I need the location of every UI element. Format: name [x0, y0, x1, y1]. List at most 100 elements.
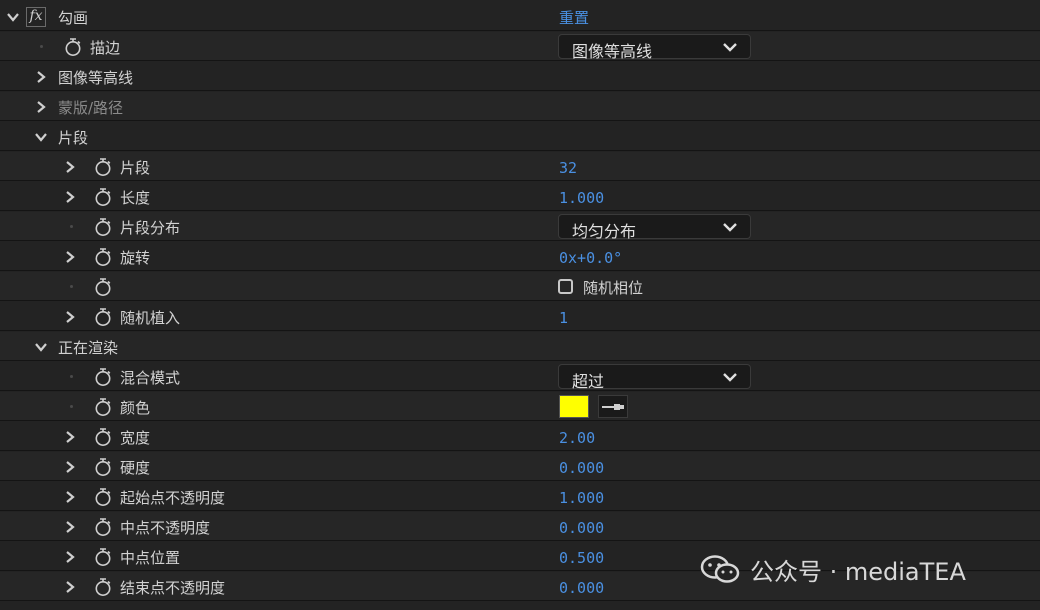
stopwatch-icon[interactable]: [94, 277, 112, 297]
property-row-random-phase: 随机相位: [0, 272, 1040, 301]
property-value[interactable]: 1: [559, 309, 568, 327]
indent-dot: [70, 405, 73, 408]
property-row-rotation: 旋转 0x+0.0°: [0, 242, 1040, 271]
stopwatch-icon[interactable]: [94, 307, 112, 327]
property-row-hardness: 硬度 0.000: [0, 452, 1040, 481]
property-value[interactable]: 0.500: [559, 549, 604, 567]
group-row-mask-path[interactable]: 蒙版/路径: [0, 92, 1040, 121]
stopwatch-icon[interactable]: [94, 217, 112, 237]
blend-mode-dropdown[interactable]: 超过: [558, 364, 751, 391]
property-label: 片段: [120, 159, 151, 177]
chevron-right-icon[interactable]: [63, 310, 77, 324]
group-label: 蒙版/路径: [58, 99, 124, 117]
stopwatch-icon[interactable]: [94, 577, 112, 597]
group-label: 片段: [58, 129, 89, 147]
property-row-start-opacity: 起始点不透明度 1.000: [0, 482, 1040, 511]
property-row-blend-mode: 混合模式 超过: [0, 362, 1040, 391]
chevron-right-icon[interactable]: [63, 550, 77, 564]
property-value[interactable]: 1.000: [559, 489, 604, 507]
chevron-right-icon[interactable]: [63, 460, 77, 474]
reset-link[interactable]: 重置: [559, 7, 589, 28]
indent-dot: [70, 285, 73, 288]
checkbox-label[interactable]: 随机相位: [583, 277, 643, 298]
chevron-right-icon[interactable]: [63, 190, 77, 204]
property-row-segments: 片段 32: [0, 152, 1040, 181]
property-value[interactable]: 0x+0.0°: [559, 249, 622, 267]
property-label: 宽度: [120, 429, 151, 447]
fx-icon[interactable]: fx: [26, 7, 46, 27]
chevron-right-icon[interactable]: [34, 70, 48, 84]
property-value[interactable]: 0.000: [559, 459, 604, 477]
chevron-down-icon[interactable]: [34, 340, 48, 354]
effect-name: 勾画: [58, 9, 89, 27]
property-label: 颜色: [120, 399, 151, 417]
stroke-dropdown[interactable]: 图像等高线: [558, 34, 751, 61]
property-value[interactable]: 0.000: [559, 519, 604, 537]
stopwatch-icon[interactable]: [94, 397, 112, 417]
chevron-down-icon: [722, 220, 738, 234]
indent-dot: [70, 375, 73, 378]
property-label: 描边: [90, 39, 121, 57]
segment-distribution-dropdown[interactable]: 均匀分布: [558, 214, 751, 241]
chevron-right-icon[interactable]: [34, 100, 48, 114]
property-row-segment-distribution: 片段分布 均匀分布: [0, 212, 1040, 241]
property-label: 片段分布: [120, 219, 181, 237]
property-row-stroke: 描边 图像等高线: [0, 32, 1040, 61]
indent-dot: [40, 45, 43, 48]
indent-dot: [70, 225, 73, 228]
stopwatch-icon[interactable]: [64, 37, 82, 57]
property-label: 中点位置: [120, 549, 181, 567]
stopwatch-icon[interactable]: [94, 187, 112, 207]
chevron-down-icon[interactable]: [34, 130, 48, 144]
stopwatch-icon[interactable]: [94, 457, 112, 477]
property-value[interactable]: 2.00: [559, 429, 595, 447]
stopwatch-icon[interactable]: [94, 517, 112, 537]
eyedropper-icon: [602, 404, 624, 410]
chevron-down-icon[interactable]: [6, 10, 20, 24]
property-row-length: 长度 1.000: [0, 182, 1040, 211]
stopwatch-icon[interactable]: [94, 427, 112, 447]
dropdown-value: 均匀分布: [572, 222, 637, 241]
group-row-segments[interactable]: 片段: [0, 122, 1040, 151]
dropdown-value: 图像等高线: [572, 42, 653, 61]
stopwatch-icon[interactable]: [94, 547, 112, 567]
property-row-mid-opacity: 中点不透明度 0.000: [0, 512, 1040, 541]
property-label: 长度: [120, 189, 151, 207]
property-label: 结束点不透明度: [120, 579, 226, 597]
property-value[interactable]: 1.000: [559, 189, 604, 207]
group-label: 正在渲染: [58, 339, 119, 357]
group-row-rendering[interactable]: 正在渲染: [0, 332, 1040, 361]
stopwatch-icon[interactable]: [94, 367, 112, 387]
stopwatch-icon[interactable]: [94, 157, 112, 177]
property-label: 硬度: [120, 459, 151, 477]
stopwatch-icon[interactable]: [94, 487, 112, 507]
chevron-down-icon: [722, 370, 738, 384]
effect-controls-panel: fx 勾画 重置 描边 图像等高线 图像等高线 蒙版/路径 片段 片段 32 长…: [0, 0, 1040, 610]
chevron-right-icon[interactable]: [63, 160, 77, 174]
property-label: 中点不透明度: [120, 519, 211, 537]
watermark-text: 公众号 · mediaTEA: [750, 558, 966, 586]
property-label: 旋转: [120, 249, 151, 267]
property-label: 起始点不透明度: [120, 489, 226, 507]
property-row-color: 颜色: [0, 392, 1040, 421]
stopwatch-icon[interactable]: [94, 247, 112, 267]
property-row-random-seed: 随机植入 1: [0, 302, 1040, 331]
wechat-icon: [700, 555, 740, 583]
random-phase-checkbox[interactable]: [558, 279, 573, 294]
chevron-down-icon: [722, 40, 738, 54]
color-swatch[interactable]: [559, 395, 589, 418]
chevron-right-icon[interactable]: [63, 490, 77, 504]
group-row-image-contours[interactable]: 图像等高线: [0, 62, 1040, 91]
chevron-right-icon[interactable]: [63, 580, 77, 594]
dropdown-value: 超过: [572, 372, 605, 391]
property-value[interactable]: 0.000: [559, 579, 604, 597]
eyedropper-button[interactable]: [598, 395, 628, 418]
chevron-right-icon[interactable]: [63, 430, 77, 444]
group-label: 图像等高线: [58, 69, 134, 87]
property-label: 随机植入: [120, 309, 181, 327]
property-value[interactable]: 32: [559, 159, 577, 177]
chevron-right-icon[interactable]: [63, 520, 77, 534]
property-label: 混合模式: [120, 369, 181, 387]
chevron-right-icon[interactable]: [63, 250, 77, 264]
effect-header-row[interactable]: fx 勾画 重置: [0, 2, 1040, 31]
